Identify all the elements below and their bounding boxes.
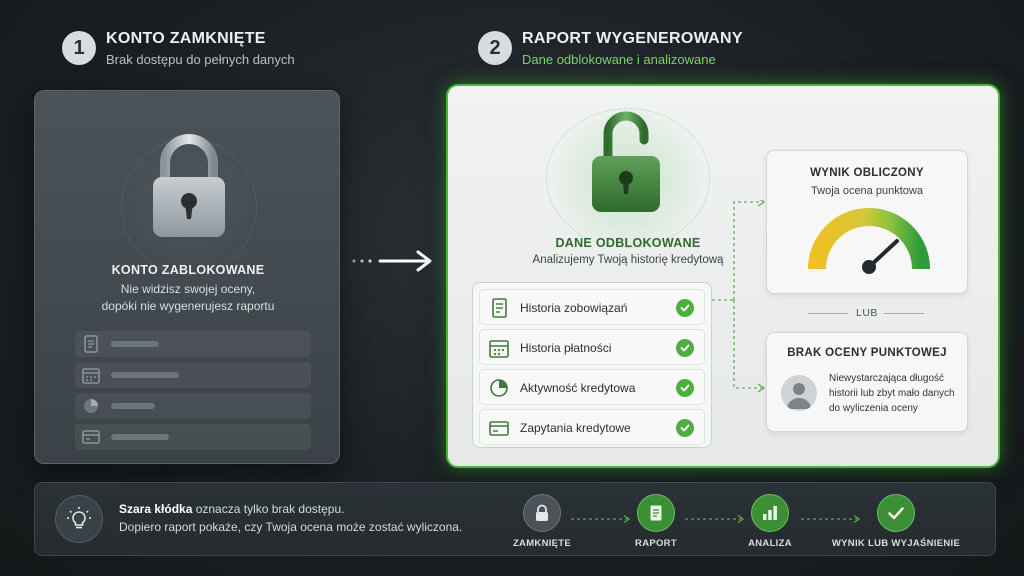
locked-row-bar xyxy=(111,403,155,409)
flow-label-locked: ZAMKNIĘTE xyxy=(512,538,572,549)
checklist-item: Aktywność kredytowa xyxy=(479,369,705,405)
flow-arrow-icon xyxy=(801,514,861,524)
checklist-item-label: Historia płatności xyxy=(520,341,612,355)
locked-panel-text: Nie widzisz swojej oceny, dopóki nie wyg… xyxy=(35,281,341,315)
lock-icon xyxy=(153,134,225,237)
flow-arrow-icon xyxy=(571,514,631,524)
flow-step-analysis xyxy=(751,494,789,532)
bar-chart-icon xyxy=(763,506,777,520)
flow-arrow-icon xyxy=(685,514,745,524)
check-icon xyxy=(676,419,694,437)
locked-row xyxy=(75,362,311,388)
tip-line-2: Dopiero raport pokaże, czy Twoja ocena m… xyxy=(119,520,463,534)
no-score-line1: Niewystarczająca długość xyxy=(829,373,945,384)
step-2-title: RAPORT WYGENEROWANY xyxy=(522,30,743,47)
lightbulb-icon xyxy=(55,495,103,543)
credit-card-icon xyxy=(489,421,509,436)
locked-panel-title: KONTO ZABLOKOWANE xyxy=(111,263,265,277)
unlocked-lock-icon xyxy=(592,111,660,212)
checklist-item: Historia zobowiązań xyxy=(479,289,705,325)
locked-row xyxy=(75,393,311,419)
locked-text-line2: dopóki nie wygenerujesz raportu xyxy=(101,299,275,313)
tip-line-1-rest: oznacza tylko brak dostępu. xyxy=(192,502,345,516)
checklist: Historia zobowiązań Historia płatności A… xyxy=(472,282,712,448)
no-score-line3: do wyliczenia oceny xyxy=(829,403,918,414)
score-result-card: WYNIK OBLICZONY Twoja ocena punktowa xyxy=(766,150,968,294)
calendar-icon xyxy=(489,340,509,358)
flow-label-result: WYNIK LUB WYJAŚNIENIE xyxy=(831,538,961,549)
credit-card-icon xyxy=(82,430,100,444)
checklist-item-label: Historia zobowiązań xyxy=(520,301,628,315)
locked-account-panel: KONTO ZABLOKOWANE Nie widzisz swojej oce… xyxy=(34,90,340,464)
flow-label-analysis: ANALIZA xyxy=(748,538,792,549)
document-icon xyxy=(650,505,662,521)
no-score-line2: historii lub zbyt mało danych xyxy=(829,388,955,399)
step-1-subtitle: Brak dostępu do pełnych danych xyxy=(106,52,295,67)
document-icon xyxy=(492,298,507,318)
divider xyxy=(884,313,924,314)
flow-step-locked xyxy=(523,494,561,532)
branch-connector xyxy=(712,200,766,393)
no-score-description: Niewystarczająca długość historii lub zb… xyxy=(829,371,969,416)
score-card-title: WYNIK OBLICZONY xyxy=(810,167,924,179)
check-icon xyxy=(676,379,694,397)
pie-chart-icon xyxy=(490,379,508,397)
score-card-subtitle: Twoja ocena punktowa xyxy=(811,185,923,197)
check-icon xyxy=(676,339,694,357)
locked-row xyxy=(75,424,311,450)
report-unlocked-panel: DANE ODBLOKOWANE Analizujemy Twoją histo… xyxy=(446,84,1000,468)
flow-step-report xyxy=(637,494,675,532)
step-2-number: 2 xyxy=(478,31,512,65)
flow-step-result xyxy=(877,494,915,532)
locked-row xyxy=(75,331,311,357)
step-1-number: 1 xyxy=(62,31,96,65)
flow-label-report: RAPORT xyxy=(635,538,677,549)
no-score-title: BRAK OCENY PUNKTOWEJ xyxy=(787,347,947,359)
document-icon xyxy=(84,335,98,353)
arrow-right-icon xyxy=(352,250,432,272)
locked-row-bar xyxy=(111,434,169,440)
locked-text-line1: Nie widzisz swojej oceny, xyxy=(120,282,256,296)
tip-bar: Szara kłódka oznacza tylko brak dostępu.… xyxy=(34,482,996,556)
checklist-item-label: Zapytania kredytowe xyxy=(520,421,631,435)
locked-row-bar xyxy=(111,341,159,347)
tip-line-1: Szara kłódka oznacza tylko brak dostępu. xyxy=(119,502,344,516)
user-avatar-icon xyxy=(781,375,817,411)
check-icon xyxy=(676,299,694,317)
check-icon xyxy=(888,507,904,520)
locked-row-bar xyxy=(111,372,179,378)
lock-icon xyxy=(536,504,548,521)
checklist-item-label: Aktywność kredytowa xyxy=(520,381,636,395)
no-score-card: BRAK OCENY PUNKTOWEJ Niewystarczająca dł… xyxy=(766,332,968,432)
tip-bold: Szara kłódka xyxy=(119,502,193,516)
step-2-subtitle: Dane odblokowane i analizowane xyxy=(522,52,716,67)
step-1-title: KONTO ZAMKNIĘTE xyxy=(106,30,266,47)
pie-chart-icon xyxy=(84,399,98,413)
calendar-icon xyxy=(82,368,100,384)
checklist-item: Historia płatności xyxy=(479,329,705,365)
checklist-item: Zapytania kredytowe xyxy=(479,409,705,445)
or-label: LUB xyxy=(856,307,878,319)
divider xyxy=(808,313,848,314)
gauge-icon xyxy=(808,208,930,274)
